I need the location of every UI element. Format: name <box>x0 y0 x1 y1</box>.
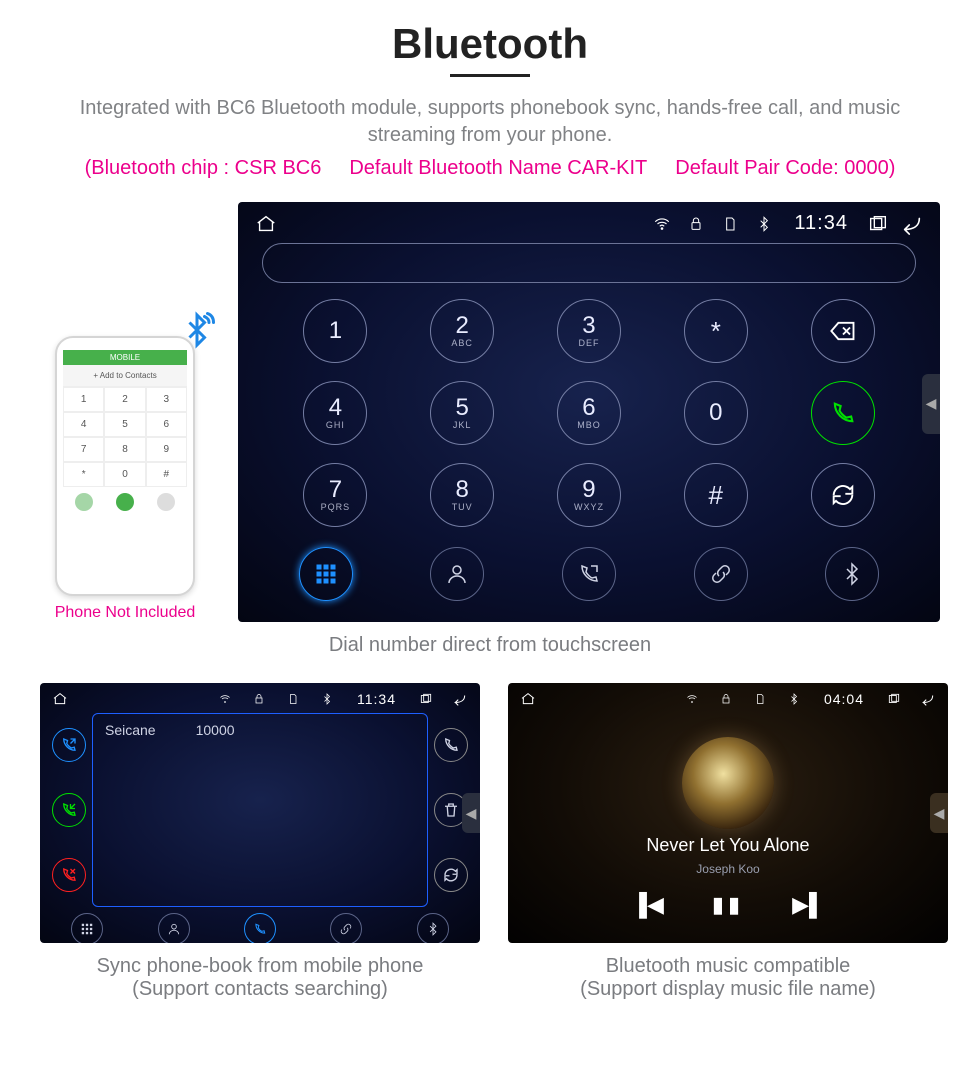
page-title: Bluetooth <box>40 20 940 68</box>
tab-bluetooth[interactable] <box>825 547 879 601</box>
key-8[interactable]: 8TUV <box>399 463 526 527</box>
number-input[interactable] <box>262 243 916 283</box>
key-5[interactable]: 5JKL <box>399 381 526 445</box>
phone-video-icon <box>75 493 93 511</box>
tab-dialpad[interactable] <box>299 547 353 601</box>
dial-grid: 12ABC3DEF* 4GHI5JKL6MBO0 7PQRS8TUV9WXYZ# <box>238 293 940 537</box>
chip-model: (Bluetooth chip : CSR BC6 <box>85 157 322 180</box>
clock: 11:34 <box>794 212 848 235</box>
headunit-music: 04:04 Never Let You Alone Joseph Koo ▐◀ … <box>508 683 948 943</box>
bt-status-icon <box>754 214 774 234</box>
edge-drawer[interactable]: ◀ <box>922 374 940 434</box>
default-bt-name: Default Bluetooth Name CAR-KIT <box>349 157 647 180</box>
track-title: Never Let You Alone <box>646 835 809 856</box>
default-pair-code: Default Pair Code: 0000) <box>675 157 895 180</box>
contact-number: 10000 <box>196 722 235 738</box>
bt-status-icon <box>317 689 337 709</box>
clock: 04:04 <box>824 691 864 707</box>
title-underline <box>450 74 530 77</box>
sync-button[interactable] <box>779 463 906 527</box>
tab-pair[interactable] <box>694 547 748 601</box>
tab-contacts[interactable] <box>430 547 484 601</box>
recents-icon[interactable] <box>884 689 904 709</box>
key-3[interactable]: 3DEF <box>526 299 653 363</box>
back-icon[interactable] <box>902 214 922 234</box>
contact-name: Seicane <box>105 722 156 738</box>
caption-phonebook: Sync phone-book from mobile phone (Suppo… <box>40 955 480 1001</box>
chip-info: (Bluetooth chip : CSR BC6 Default Blueto… <box>40 157 940 180</box>
sd-icon <box>283 689 303 709</box>
recents-icon[interactable] <box>868 214 888 234</box>
incoming-call-icon[interactable] <box>52 728 86 762</box>
tab-call-log[interactable] <box>562 547 616 601</box>
key-4[interactable]: 4GHI <box>272 381 399 445</box>
pause-button[interactable]: ▮▮ <box>712 892 744 918</box>
next-button[interactable]: ▶▌ <box>792 892 825 918</box>
tab-contacts[interactable] <box>158 913 190 943</box>
contacts-list[interactable]: Seicane 10000 <box>92 713 428 907</box>
phone-topbar: MOBILE <box>63 350 187 365</box>
phone-mock: MOBILE + Add to Contacts 123 456 789 *0# <box>55 336 195 596</box>
tab-call-log[interactable] <box>244 913 276 943</box>
sd-icon <box>720 214 740 234</box>
recents-icon[interactable] <box>416 689 436 709</box>
phone-call-icon <box>116 493 134 511</box>
backspace-button[interactable] <box>779 299 906 363</box>
tab-dialpad[interactable] <box>71 913 103 943</box>
lock-icon <box>249 689 269 709</box>
back-icon[interactable] <box>450 689 470 709</box>
home-icon[interactable] <box>256 214 276 234</box>
headunit-dialpad: 11:34 12ABC3DEF* 4GHI5JKL6MBO0 7PQRS8TUV9W… <box>238 202 940 622</box>
sync-contacts-icon[interactable] <box>434 858 468 892</box>
outgoing-call-icon[interactable] <box>52 793 86 827</box>
edge-drawer[interactable]: ◀ <box>930 793 948 833</box>
key-6[interactable]: 6MBO <box>526 381 653 445</box>
lock-icon <box>686 214 706 234</box>
phone-backspace-icon <box>157 493 175 511</box>
lock-icon <box>716 689 736 709</box>
wifi-icon <box>215 689 235 709</box>
headunit-phonebook: 11:34 Seicane 10000 <box>40 683 480 943</box>
key-7[interactable]: 7PQRS <box>272 463 399 527</box>
album-art <box>682 737 774 829</box>
back-icon[interactable] <box>918 689 938 709</box>
tab-pair[interactable] <box>330 913 362 943</box>
edge-drawer[interactable]: ◀ <box>462 793 480 833</box>
phone-add-contacts: + Add to Contacts <box>63 365 187 387</box>
missed-call-icon[interactable] <box>52 858 86 892</box>
phone-keypad: 123 456 789 *0# <box>63 387 187 487</box>
bt-status-icon <box>784 689 804 709</box>
tab-bluetooth[interactable] <box>417 913 449 943</box>
home-icon[interactable] <box>518 689 538 709</box>
wifi-icon <box>652 214 672 234</box>
phone-not-included: Phone Not Included <box>40 604 210 622</box>
key-2[interactable]: 2ABC <box>399 299 526 363</box>
prev-button[interactable]: ▐◀ <box>631 892 664 918</box>
sd-icon <box>750 689 770 709</box>
clock: 11:34 <box>357 691 396 707</box>
page-description: Integrated with BC6 Bluetooth module, su… <box>40 95 940 149</box>
home-icon[interactable] <box>50 689 70 709</box>
key-0[interactable]: 0 <box>652 381 779 445</box>
key-1[interactable]: 1 <box>272 299 399 363</box>
dial-contact-icon[interactable] <box>434 728 468 762</box>
track-artist: Joseph Koo <box>696 862 759 876</box>
key-*[interactable]: * <box>652 299 779 363</box>
key-#[interactable]: # <box>652 463 779 527</box>
key-9[interactable]: 9WXYZ <box>526 463 653 527</box>
call-button[interactable] <box>779 381 906 445</box>
caption-dialpad: Dial number direct from touchscreen <box>40 634 940 657</box>
caption-music: Bluetooth music compatible (Support disp… <box>508 955 948 1001</box>
wifi-icon <box>682 689 702 709</box>
